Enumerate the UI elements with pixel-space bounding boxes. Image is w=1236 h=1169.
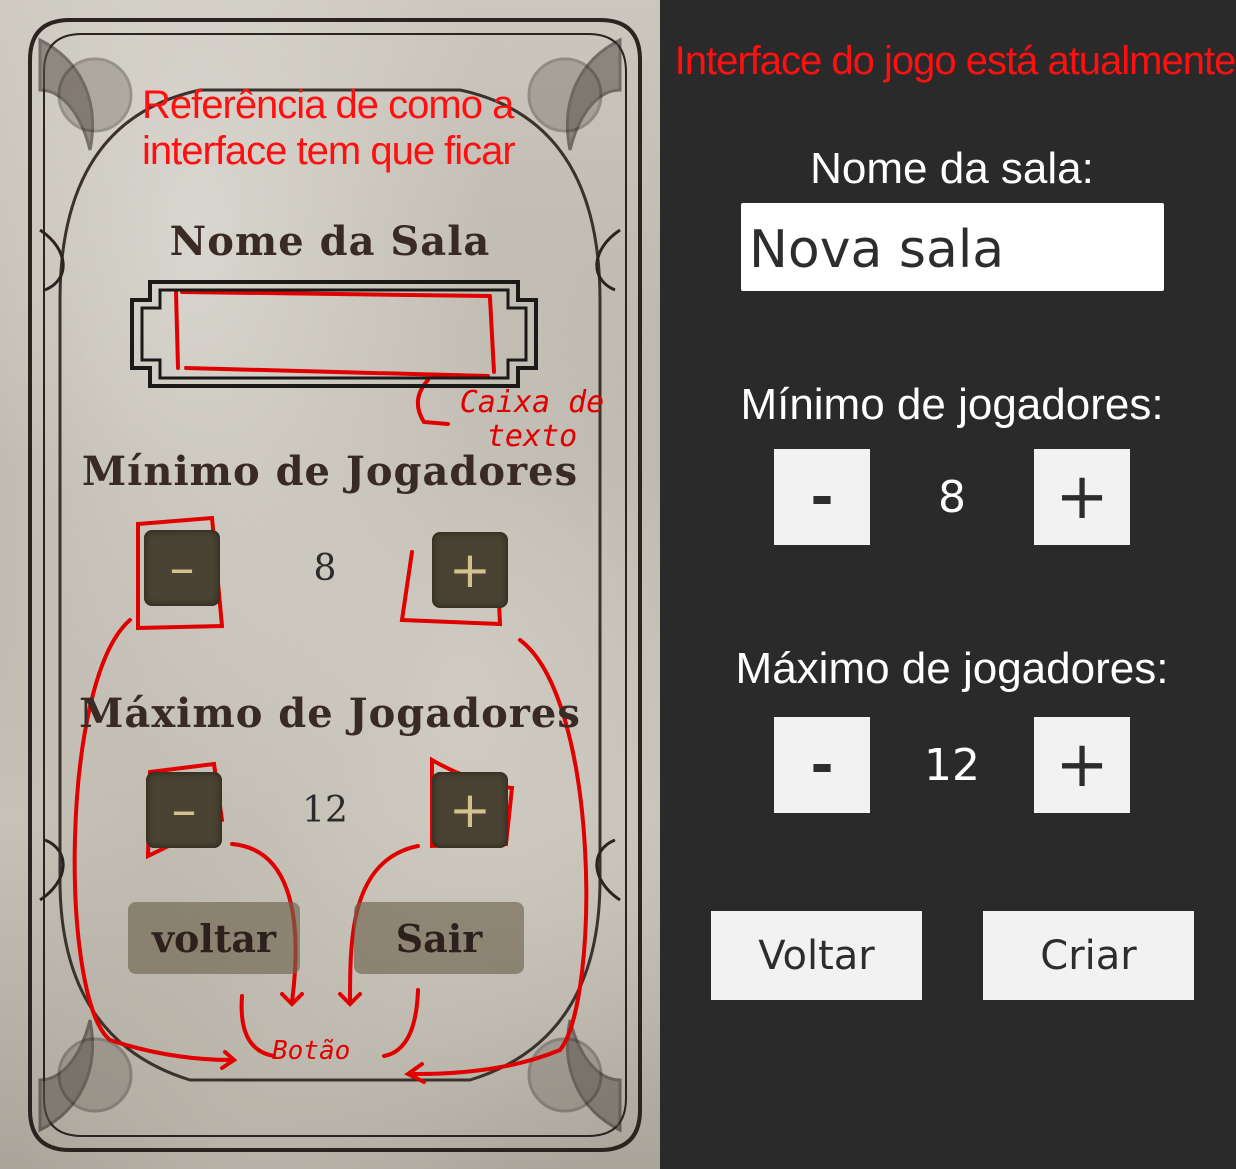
plus-icon: + [449,541,491,599]
ref-max-plus-button[interactable]: + [432,772,508,848]
current-ui-panel: Interface do jogo está atualmente Nome d… [660,0,1236,1169]
plus-icon: + [1055,728,1109,802]
create-button-label: Criar [1040,932,1137,979]
ref-room-name-title: Nome da Sala [169,218,491,265]
current-note: Interface do jogo está atualmente [674,39,1236,83]
button-annotation: Botão [272,1036,351,1066]
ref-max-minus-button[interactable]: – [146,772,222,848]
ref-min-title: Mínimo de Jogadores [81,448,579,495]
min-minus-button[interactable]: - [774,449,870,545]
ref-room-name-textbox[interactable] [128,278,540,390]
min-players-label: Mínimo de jogadores: [740,380,1164,429]
textbox-annotation: Caixa de texto [459,385,605,454]
max-players-value: 12 [924,740,980,791]
min-plus-button[interactable]: + [1034,449,1130,545]
reference-note: Referência de como a interface tem que f… [142,83,516,173]
back-button-label: Voltar [758,932,875,979]
ref-back-label: voltar [151,915,277,961]
minus-icon: - [810,732,834,798]
ref-min-plus-button[interactable]: + [432,532,508,608]
max-plus-button[interactable]: + [1034,717,1130,813]
room-name-label: Nome da sala: [810,144,1094,193]
minus-icon: – [171,781,197,839]
room-name-input[interactable] [741,203,1164,291]
max-minus-button[interactable]: - [774,717,870,813]
ref-max-value: 12 [302,790,348,831]
ref-exit-button[interactable]: Sair [354,902,524,974]
min-players-value: 8 [938,472,966,523]
plus-icon: + [1055,460,1109,534]
max-players-label: Máximo de jogadores: [735,644,1169,693]
ref-max-title: Máximo de Jogadores [79,690,581,737]
minus-icon: – [169,539,195,597]
minus-icon: - [810,464,834,530]
ref-min-minus-button[interactable]: – [144,530,220,606]
back-button[interactable]: Voltar [711,911,922,1000]
create-button[interactable]: Criar [983,911,1194,1000]
ref-min-value: 8 [313,548,337,589]
plus-icon: + [449,781,491,839]
reference-panel: Referência de como a interface tem que f… [0,0,660,1169]
ref-back-button[interactable]: voltar [128,902,300,974]
ref-exit-label: Sair [395,915,483,961]
